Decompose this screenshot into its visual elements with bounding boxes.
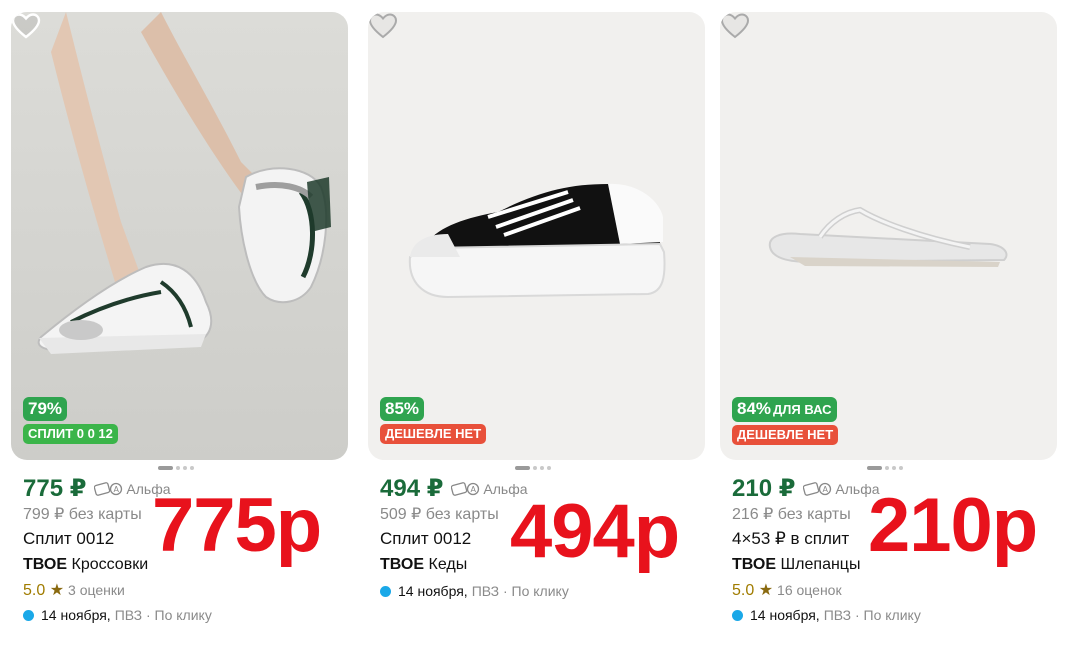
card-icon: А bbox=[803, 482, 832, 496]
price: 775 ₽ bbox=[23, 475, 87, 502]
brand: ТВОЕ bbox=[23, 556, 68, 573]
no-cheaper-badge: ДЕШЕВЛЕ НЕТ bbox=[732, 425, 839, 445]
sneakers-photo-illustration bbox=[37, 12, 331, 354]
delivery-info: 14 ноября, ПВЗ · По клику bbox=[380, 578, 700, 604]
overlay-price: 775р bbox=[152, 483, 322, 568]
star-icon: ★ bbox=[758, 582, 774, 599]
discount-badges: 79% СПЛИТ 0 0 12 bbox=[23, 397, 118, 444]
overlay-price: 210р bbox=[868, 483, 1038, 568]
card-icon: А bbox=[451, 482, 480, 496]
delivery-dot-icon bbox=[380, 585, 391, 597]
no-cheaper-badge: ДЕШЕВЛЕ НЕТ bbox=[380, 424, 487, 444]
discount-badge: 84% ДЛЯ ВАС bbox=[732, 397, 837, 422]
discount-badge: 85% bbox=[380, 397, 425, 421]
product-name: Кеды bbox=[428, 556, 468, 573]
flipflops-photo-illustration bbox=[768, 206, 1008, 267]
discount-badge: 79% bbox=[23, 397, 68, 421]
photo-pagination[interactable] bbox=[867, 466, 903, 470]
heart-icon[interactable] bbox=[11, 12, 41, 40]
rating-count: 3 оценки bbox=[68, 582, 125, 598]
delivery-dot-icon bbox=[732, 609, 743, 621]
keds-photo-illustration bbox=[408, 183, 666, 299]
delivery-dot-icon bbox=[23, 609, 34, 621]
photo-pagination[interactable] bbox=[158, 466, 194, 470]
overlay-price: 494р bbox=[510, 489, 680, 574]
svg-text:А: А bbox=[823, 485, 829, 494]
heart-icon[interactable] bbox=[368, 12, 398, 40]
product-name: Шлепанцы bbox=[780, 556, 861, 573]
card-icon: А bbox=[94, 482, 123, 496]
brand: ТВОЕ bbox=[732, 556, 777, 573]
discount-badges: 85% ДЕШЕВЛЕ НЕТ bbox=[380, 397, 487, 444]
svg-text:А: А bbox=[114, 485, 120, 494]
rating-count: 16 оценок bbox=[777, 582, 842, 598]
product-photo[interactable]: 79% СПЛИТ 0 0 12 bbox=[11, 12, 348, 460]
rating[interactable]: 5.0 ★ 16 оценок bbox=[732, 578, 1052, 602]
rating[interactable]: 5.0 ★ 3 оценки bbox=[23, 578, 343, 602]
price: 494 ₽ bbox=[380, 475, 444, 502]
delivery-info: 14 ноября, ПВЗ · По клику bbox=[23, 602, 343, 628]
discount-badges: 84% ДЛЯ ВАС ДЕШЕВЛЕ НЕТ bbox=[732, 397, 839, 445]
svg-text:А: А bbox=[471, 485, 477, 494]
brand: ТВОЕ bbox=[380, 556, 425, 573]
price: 210 ₽ bbox=[732, 475, 796, 502]
product-photo[interactable]: 84% ДЛЯ ВАС ДЕШЕВЛЕ НЕТ bbox=[720, 12, 1057, 460]
heart-icon[interactable] bbox=[720, 12, 750, 40]
delivery-info: 14 ноября, ПВЗ · По клику bbox=[732, 602, 1052, 628]
product-name: Кроссовки bbox=[71, 556, 149, 573]
split-badge: СПЛИТ 0 0 12 bbox=[23, 424, 118, 444]
photo-pagination[interactable] bbox=[515, 466, 551, 470]
for-you-label: ДЛЯ ВАС bbox=[773, 402, 832, 417]
product-photo[interactable]: 85% ДЕШЕВЛЕ НЕТ bbox=[368, 12, 705, 460]
star-icon: ★ bbox=[49, 582, 65, 599]
